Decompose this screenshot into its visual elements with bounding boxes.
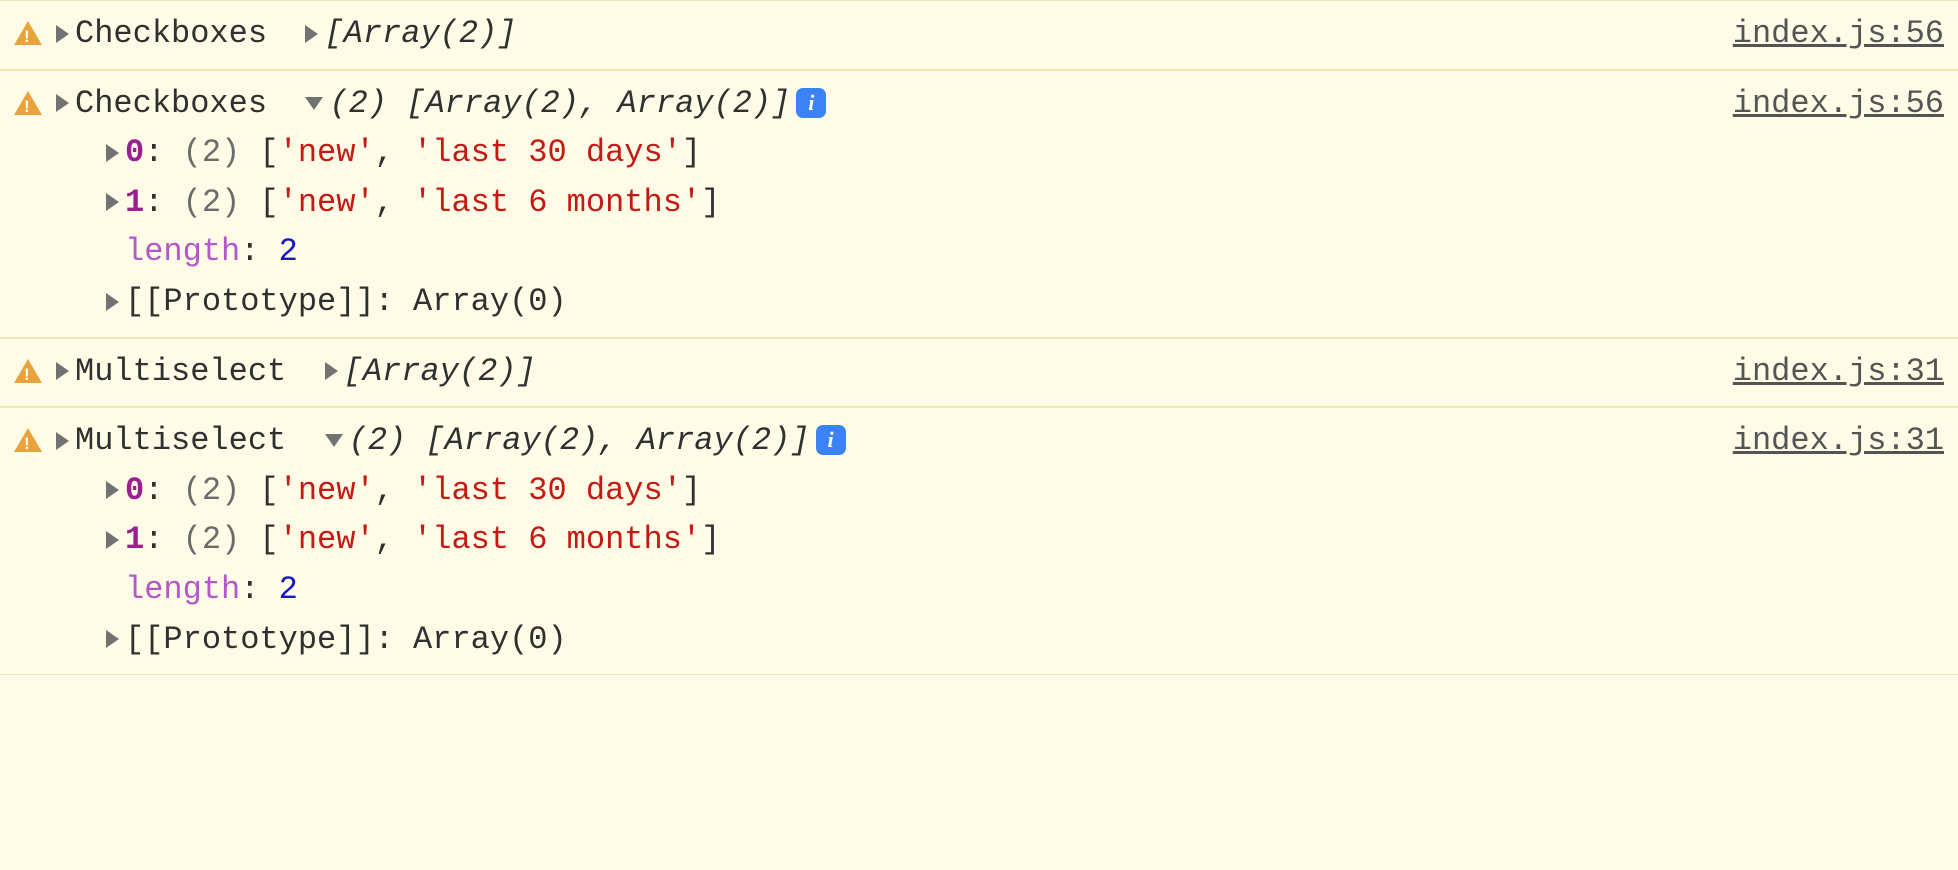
chevron-right-icon[interactable] [56,362,69,380]
info-icon[interactable]: i [816,425,846,455]
property-value: 2 [279,571,298,608]
string-value: 'new' [279,184,375,221]
string-value: 'last 6 months' [413,184,701,221]
chevron-right-icon[interactable] [325,362,338,380]
property-value: Array(0) [413,283,567,320]
property-key: length [125,233,240,270]
array-count: (2) [183,134,241,171]
warning-icon [14,428,42,452]
array-count: (2) [183,521,241,558]
array-element-row[interactable]: 0: (2) ['new', 'last 30 days'] [106,128,1701,178]
string-value: 'last 30 days' [413,472,682,509]
array-element-row[interactable]: 1: (2) ['new', 'last 6 months'] [106,515,1701,565]
chevron-right-icon[interactable] [56,94,69,112]
string-value: 'new' [279,521,375,558]
console-message: Multiselect [Array(2)] [56,347,1701,397]
chevron-right-icon[interactable] [106,531,119,549]
array-index: 0 [125,134,144,171]
source-location-link[interactable]: index.js:31 [1733,416,1944,466]
console-message: Multiselect (2) [Array(2), Array(2)]i 0:… [56,416,1701,664]
array-element-row[interactable]: 0: (2) ['new', 'last 30 days'] [106,466,1701,516]
console-warning-row: Multiselect (2) [Array(2), Array(2)]i 0:… [0,407,1958,675]
string-value: 'last 6 months' [413,521,701,558]
string-value: 'last 30 days' [413,134,682,171]
array-count: (2) [183,184,241,221]
chevron-right-icon[interactable] [106,144,119,162]
prototype-row[interactable]: [[Prototype]]: Array(0) [106,277,1701,327]
console-warning-row: Checkboxes (2) [Array(2), Array(2)]i 0: … [0,70,1958,338]
array-summary[interactable]: [Array(2), Array(2)] [406,85,790,122]
property-value: Array(0) [413,621,567,658]
array-summary[interactable]: [Array(2)] [344,353,536,390]
array-index: 1 [125,521,144,558]
array-index: 0 [125,472,144,509]
array-element-row[interactable]: 1: (2) ['new', 'last 6 months'] [106,178,1701,228]
warning-icon [14,359,42,383]
array-length-row: length: 2 [106,565,1701,615]
warning-icon [14,91,42,115]
array-count: (2) [329,85,387,122]
array-count: (2) [349,422,407,459]
chevron-right-icon[interactable] [305,25,318,43]
log-label: Checkboxes [75,85,267,122]
array-index: 1 [125,184,144,221]
property-key: [[Prototype]] [125,283,375,320]
console-warning-row: Checkboxes [Array(2)] index.js:56 [0,0,1958,70]
info-icon[interactable]: i [796,88,826,118]
prototype-row[interactable]: [[Prototype]]: Array(0) [106,615,1701,665]
warning-icon [14,21,42,45]
chevron-right-icon[interactable] [106,630,119,648]
console-message: Checkboxes (2) [Array(2), Array(2)]i 0: … [56,79,1701,327]
chevron-right-icon[interactable] [106,481,119,499]
array-summary[interactable]: [Array(2)] [324,15,516,52]
property-key: length [125,571,240,608]
array-count: (2) [183,472,241,509]
log-label: Multiselect [75,353,286,390]
console-warning-row: Multiselect [Array(2)] index.js:31 [0,338,1958,408]
chevron-right-icon[interactable] [106,193,119,211]
property-key: [[Prototype]] [125,621,375,658]
chevron-right-icon[interactable] [56,432,69,450]
array-length-row: length: 2 [106,227,1701,277]
array-summary[interactable]: [Array(2), Array(2)] [425,422,809,459]
chevron-down-icon[interactable] [305,97,323,110]
source-location-link[interactable]: index.js:56 [1733,79,1944,129]
console-message: Checkboxes [Array(2)] [56,9,1701,59]
string-value: 'new' [279,134,375,171]
log-label: Checkboxes [75,15,267,52]
chevron-right-icon[interactable] [106,293,119,311]
property-value: 2 [279,233,298,270]
source-location-link[interactable]: index.js:56 [1733,9,1944,59]
chevron-right-icon[interactable] [56,25,69,43]
chevron-down-icon[interactable] [325,434,343,447]
source-location-link[interactable]: index.js:31 [1733,347,1944,397]
log-label: Multiselect [75,422,286,459]
string-value: 'new' [279,472,375,509]
